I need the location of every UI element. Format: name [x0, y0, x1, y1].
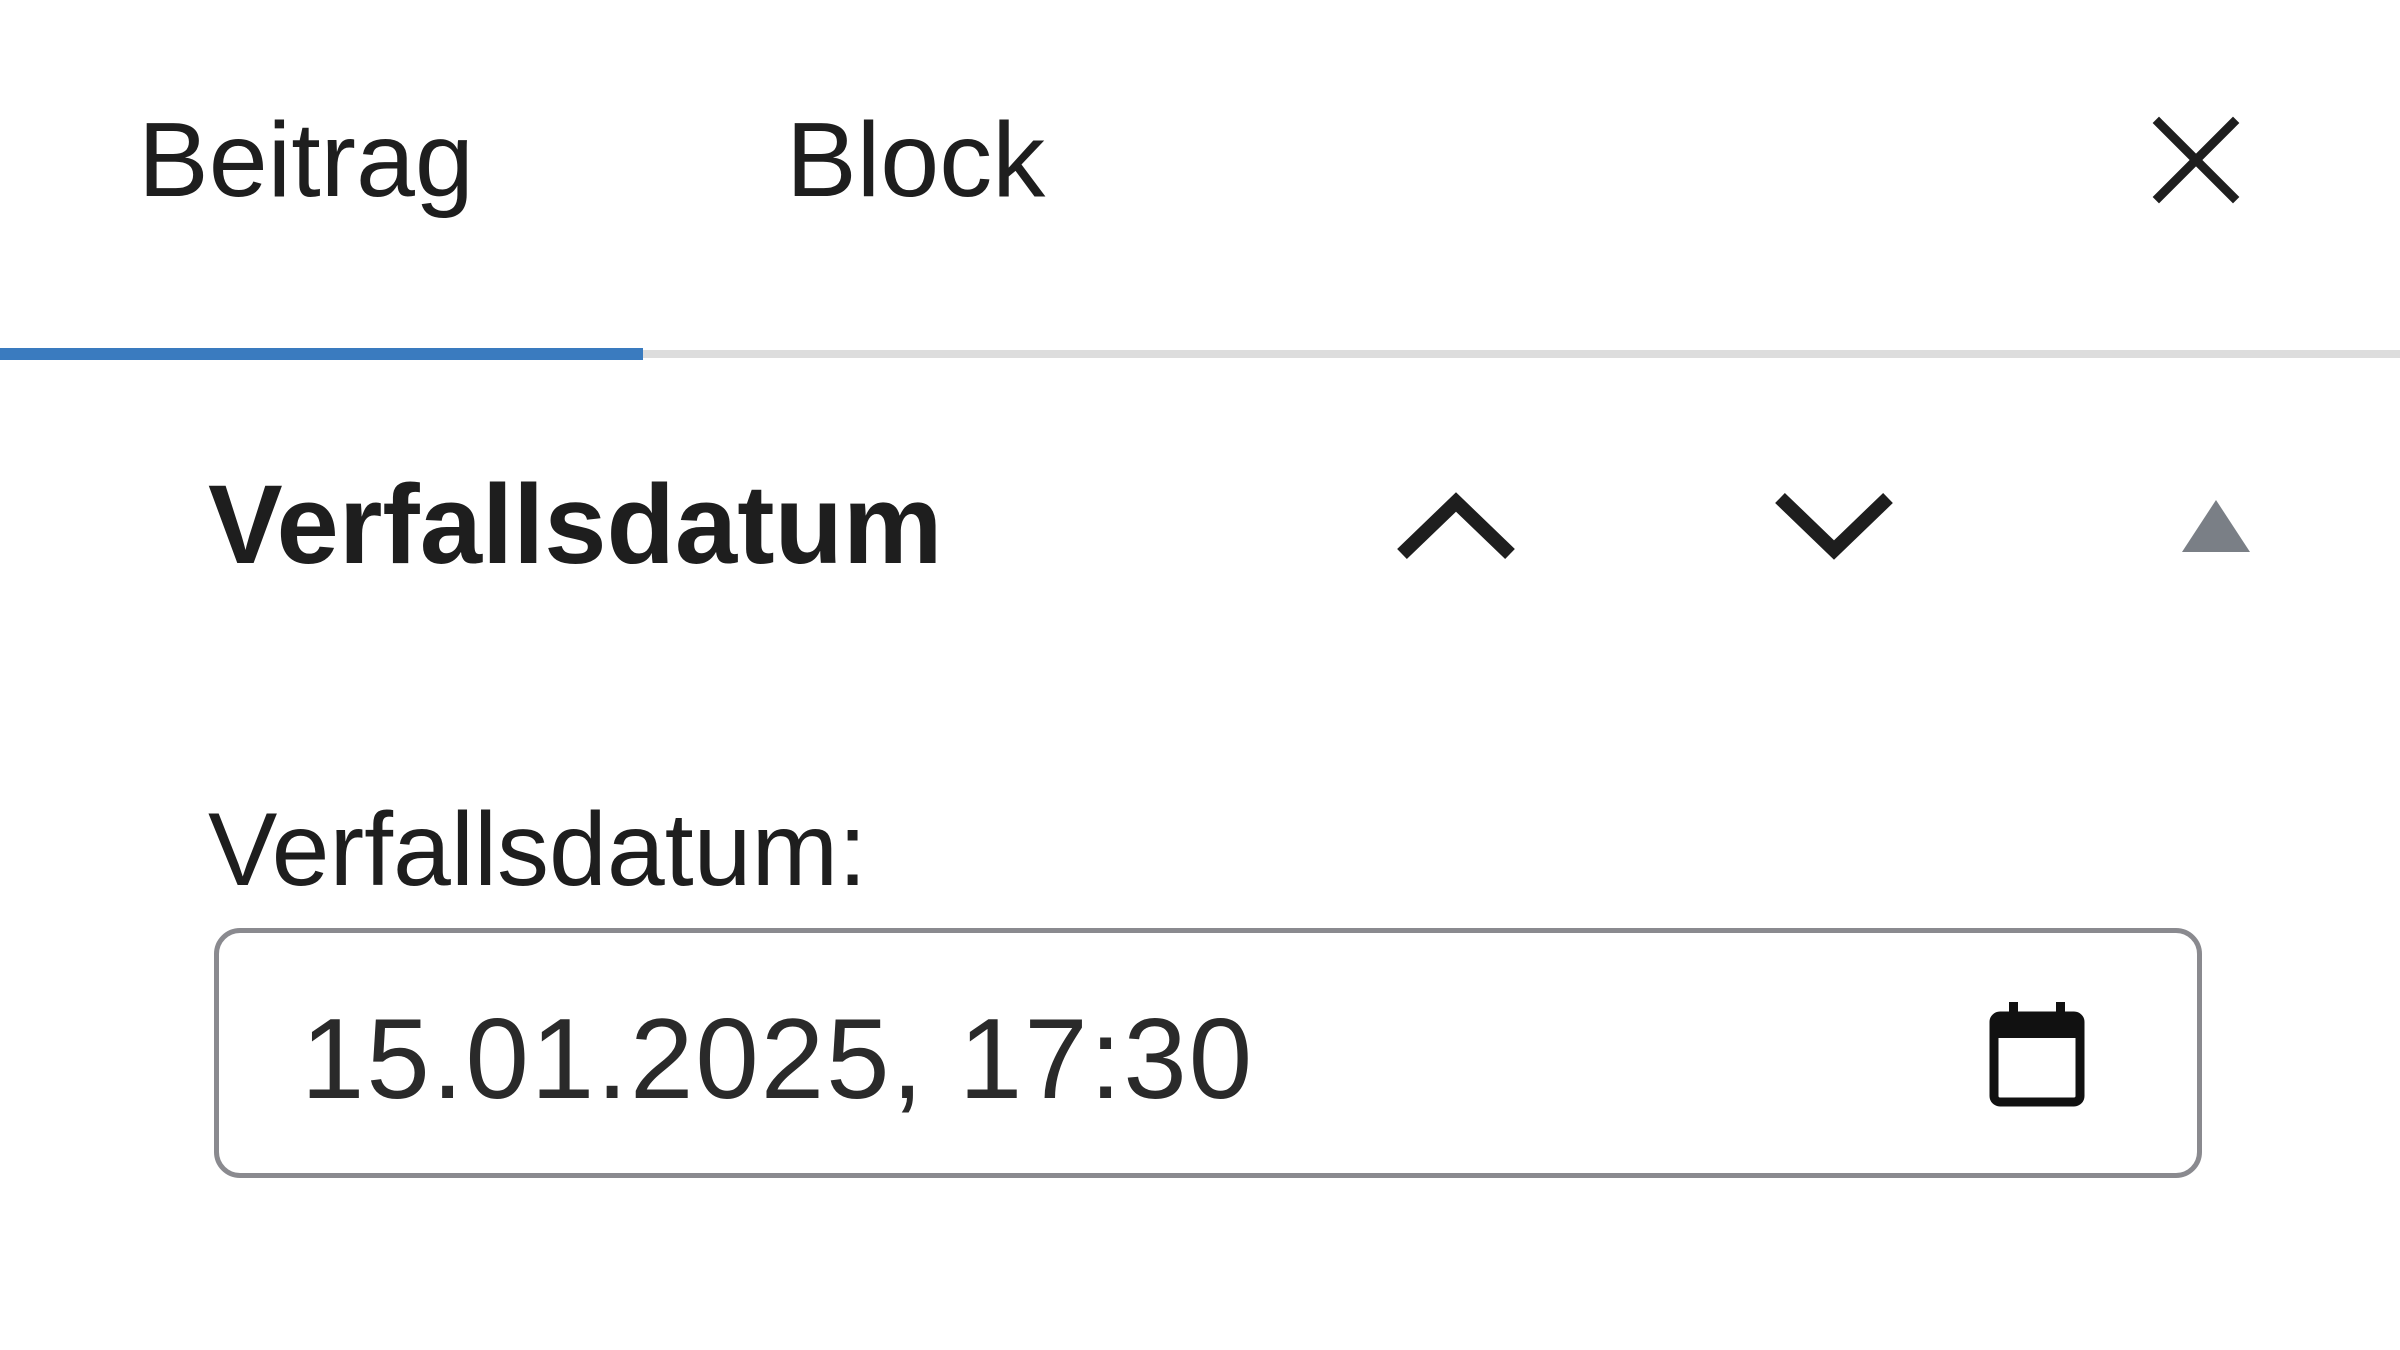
triangle-up-icon [2182, 500, 2250, 552]
tab-post[interactable]: Beitrag [138, 100, 474, 220]
active-tab-indicator [0, 348, 643, 360]
expiry-date-input[interactable]: 15.01.2025, 17:30 [214, 928, 2202, 1178]
expiry-date-value[interactable]: 15.01.2025, 17:30 [301, 995, 1254, 1125]
panel-header: Verfallsdatum [0, 420, 2400, 620]
expiry-date-label: Verfallsdatum: [208, 792, 867, 908]
panel-title: Verfallsdatum [208, 462, 943, 587]
close-icon [2152, 116, 2240, 204]
move-up-button[interactable] [1386, 456, 1526, 596]
close-button[interactable] [2136, 100, 2256, 220]
calendar-icon [1989, 1002, 2085, 1107]
collapse-panel-button[interactable] [2146, 456, 2286, 596]
tab-block[interactable]: Block [786, 100, 1045, 220]
chevron-down-icon [1775, 492, 1893, 560]
calendar-button[interactable] [1977, 995, 2097, 1115]
sidebar-tabs: Beitrag Block [0, 0, 2400, 360]
move-down-button[interactable] [1764, 456, 1904, 596]
chevron-up-icon [1397, 492, 1515, 560]
